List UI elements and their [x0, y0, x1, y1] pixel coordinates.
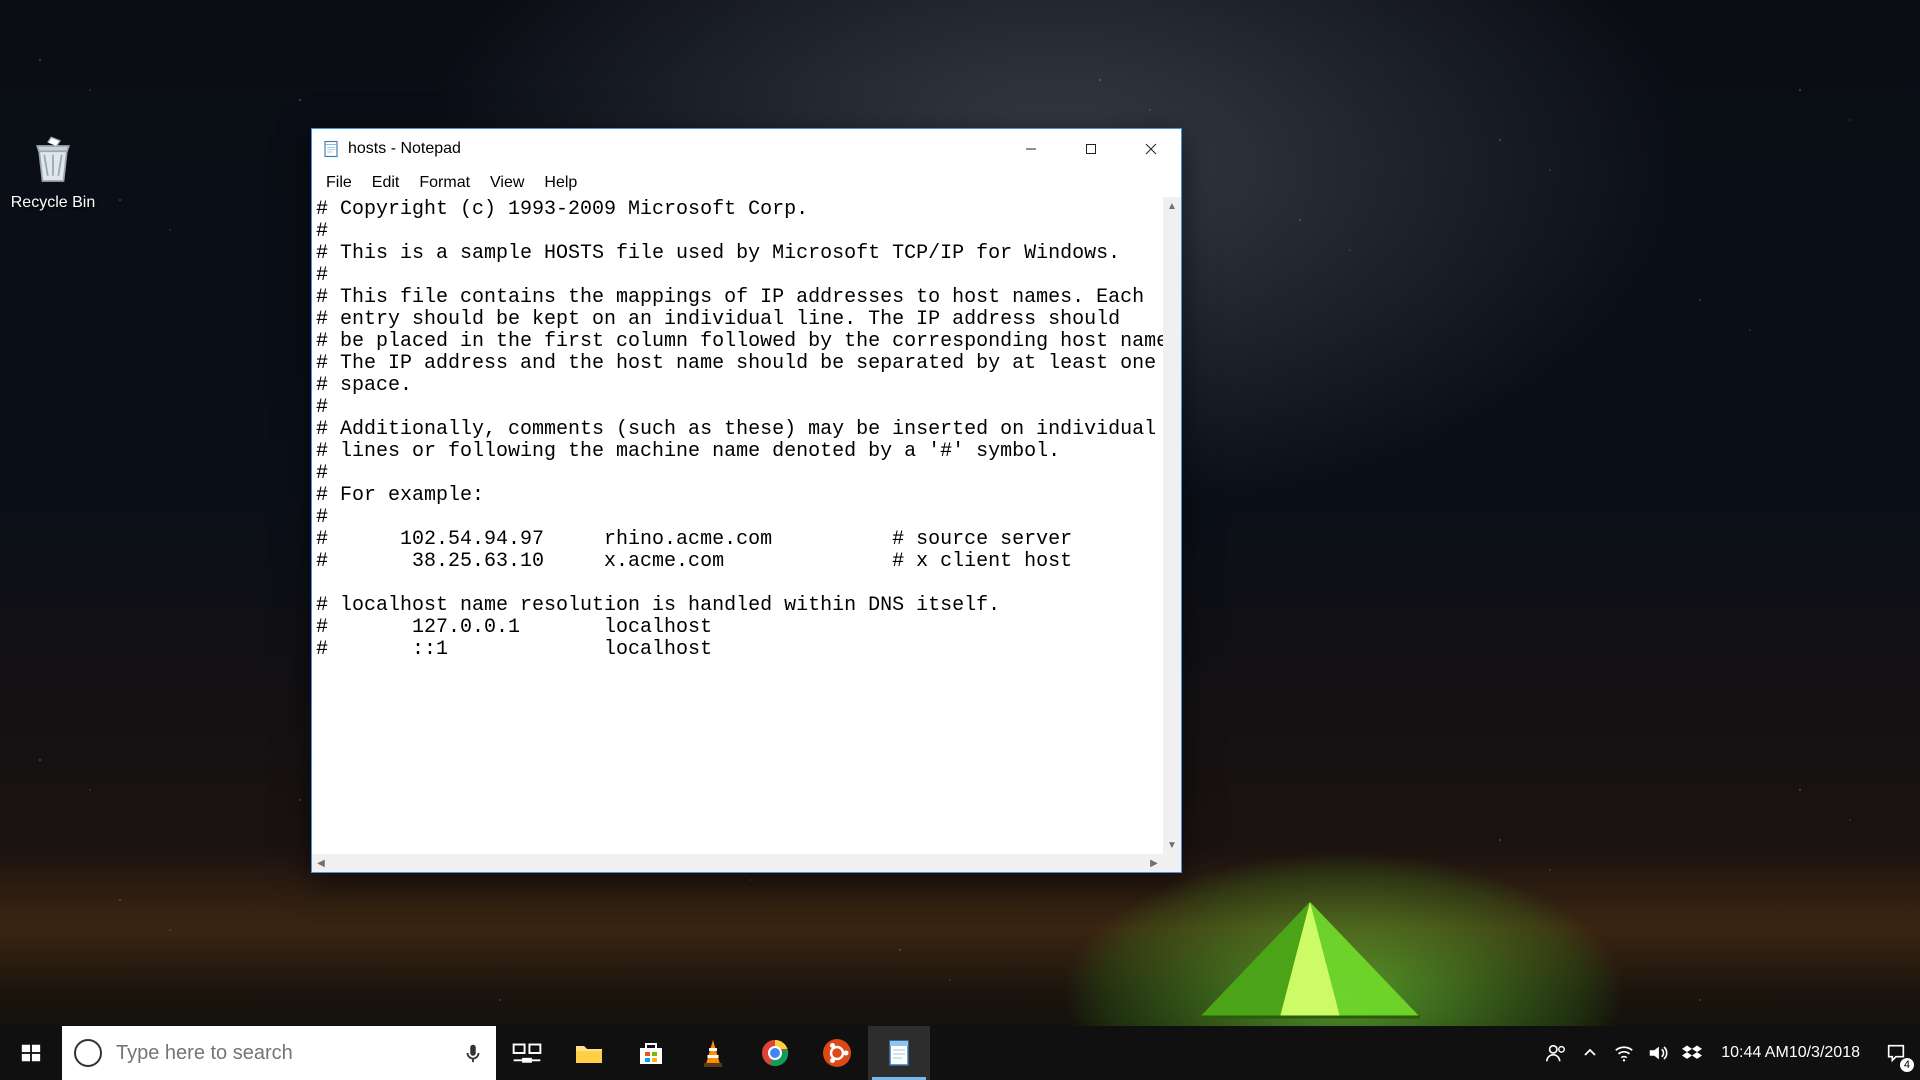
- close-button[interactable]: [1121, 129, 1181, 169]
- vlc-taskbar[interactable]: [682, 1026, 744, 1080]
- search-box[interactable]: [62, 1026, 496, 1080]
- microphone-icon[interactable]: [462, 1042, 484, 1064]
- ubuntu-taskbar[interactable]: [806, 1026, 868, 1080]
- menu-format[interactable]: Format: [409, 171, 480, 195]
- wifi-tray[interactable]: [1607, 1026, 1641, 1080]
- notepad-icon: [882, 1036, 916, 1070]
- task-view-button[interactable]: [496, 1026, 558, 1080]
- people-tray[interactable]: [1539, 1026, 1573, 1080]
- action-center-tray[interactable]: 4: [1872, 1026, 1920, 1080]
- clock-tray[interactable]: 10:44 AM 10/3/2018: [1709, 1026, 1872, 1080]
- speaker-icon: [1647, 1042, 1669, 1064]
- close-icon: [1145, 143, 1157, 155]
- vlc-cone-icon: [696, 1036, 730, 1070]
- scroll-down-arrow[interactable]: ▼: [1163, 836, 1181, 854]
- clock-date: 10/3/2018: [1789, 1044, 1860, 1062]
- scroll-right-arrow[interactable]: ▶: [1145, 854, 1163, 872]
- cortana-icon: [74, 1039, 102, 1067]
- system-tray: 10:44 AM 10/3/2018 4: [1539, 1026, 1920, 1080]
- window-controls: [1001, 129, 1181, 169]
- menu-help[interactable]: Help: [534, 171, 587, 195]
- recycle-bin-icon: [25, 132, 81, 188]
- chevron-up-icon: [1583, 1046, 1597, 1060]
- window-title: hosts - Notepad: [348, 140, 1001, 158]
- maximize-button[interactable]: [1061, 129, 1121, 169]
- vertical-scrollbar[interactable]: ▲ ▼: [1163, 197, 1181, 854]
- wifi-icon: [1613, 1042, 1635, 1064]
- notepad-window[interactable]: hosts - Notepad File Edit Format View He…: [311, 128, 1182, 873]
- chrome-icon: [758, 1036, 792, 1070]
- recycle-bin-label: Recycle Bin: [8, 194, 98, 212]
- desktop[interactable]: Recycle Bin hosts - Notepad: [0, 0, 1920, 1080]
- dropbox-icon: [1682, 1043, 1702, 1063]
- start-button[interactable]: [0, 1026, 62, 1080]
- chrome-taskbar[interactable]: [744, 1026, 806, 1080]
- minimize-icon: [1025, 143, 1037, 155]
- people-icon: [1545, 1042, 1567, 1064]
- horizontal-scrollbar[interactable]: ◀ ▶: [312, 854, 1163, 872]
- file-explorer-taskbar[interactable]: [558, 1026, 620, 1080]
- editor-area: [312, 197, 1163, 854]
- folder-icon: [572, 1036, 606, 1070]
- menu-file[interactable]: File: [316, 171, 362, 195]
- volume-tray[interactable]: [1641, 1026, 1675, 1080]
- taskbar: 10:44 AM 10/3/2018 4: [0, 1026, 1920, 1080]
- ubuntu-icon: [820, 1036, 854, 1070]
- minimize-button[interactable]: [1001, 129, 1061, 169]
- search-input[interactable]: [116, 1042, 462, 1065]
- windows-logo-icon: [20, 1042, 42, 1064]
- notepad-app-icon: [322, 140, 340, 158]
- notepad-taskbar[interactable]: [868, 1026, 930, 1080]
- menu-edit[interactable]: Edit: [362, 171, 410, 195]
- store-icon: [634, 1036, 668, 1070]
- recycle-bin[interactable]: Recycle Bin: [8, 132, 98, 212]
- wallpaper-tent: [1180, 892, 1440, 1022]
- scroll-corner: [1163, 854, 1181, 872]
- menubar: File Edit Format View Help: [312, 169, 1181, 197]
- clock-time: 10:44 AM: [1721, 1044, 1789, 1062]
- scroll-up-arrow[interactable]: ▲: [1163, 197, 1181, 215]
- text-editor[interactable]: [312, 197, 1163, 854]
- notification-badge: 4: [1900, 1058, 1914, 1072]
- tray-overflow[interactable]: [1573, 1026, 1607, 1080]
- task-view-icon: [510, 1036, 544, 1070]
- titlebar[interactable]: hosts - Notepad: [312, 129, 1181, 169]
- microsoft-store-taskbar[interactable]: [620, 1026, 682, 1080]
- menu-view[interactable]: View: [480, 171, 534, 195]
- dropbox-tray[interactable]: [1675, 1026, 1709, 1080]
- scroll-left-arrow[interactable]: ◀: [312, 854, 330, 872]
- maximize-icon: [1085, 143, 1097, 155]
